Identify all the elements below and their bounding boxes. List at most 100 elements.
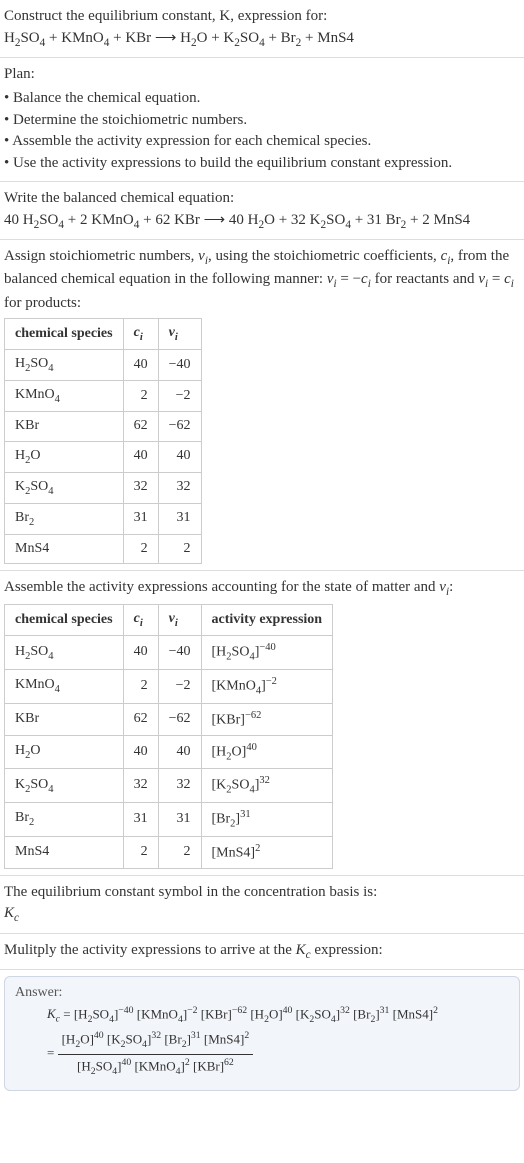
plan-item: Use the activity expressions to build th… bbox=[4, 153, 520, 175]
cell-vi: 31 bbox=[158, 802, 201, 836]
cell-species: MnS4 bbox=[5, 836, 124, 868]
stoich-heading: Assign stoichiometric numbers, νi, using… bbox=[4, 246, 520, 314]
plan-section: Plan: Balance the chemical equation. Det… bbox=[0, 58, 524, 182]
answer-fraction: [H2O]40 [K2SO4]32 [Br2]31 [MnS4]2 [H2SO4… bbox=[58, 1028, 254, 1080]
kc-symbol-section: The equilibrium constant symbol in the c… bbox=[0, 876, 524, 934]
cell-ci: 32 bbox=[123, 769, 158, 803]
activity-heading: Assemble the activity expressions accoun… bbox=[4, 577, 520, 600]
kc-symbol: Kc bbox=[4, 903, 520, 926]
answer-label: Answer: bbox=[15, 985, 509, 1001]
table-row: K2SO43232[K2SO4]32 bbox=[5, 769, 333, 803]
cell-vi: −40 bbox=[158, 350, 201, 381]
plan-item: Balance the chemical equation. bbox=[4, 88, 520, 110]
table-row: KBr62−62[KBr]−62 bbox=[5, 703, 333, 735]
fraction-numerator: [H2O]40 [K2SO4]32 [Br2]31 [MnS4]2 bbox=[58, 1028, 254, 1053]
cell-species: KBr bbox=[5, 412, 124, 441]
table-header-row: chemical species ci νi bbox=[5, 319, 202, 350]
table-row: K2SO43232 bbox=[5, 472, 202, 503]
cell-ci: 2 bbox=[123, 381, 158, 412]
intro-section: Construct the equilibrium constant, K, e… bbox=[0, 0, 524, 58]
intro-equation: H2SO4 + KMnO4 + KBr ⟶ H2O + K2SO4 + Br2 … bbox=[4, 28, 520, 51]
col-ci: ci bbox=[123, 605, 158, 636]
cell-ci: 31 bbox=[123, 802, 158, 836]
cell-ci: 40 bbox=[123, 636, 158, 670]
answer-line1: Kc = [H2SO4]−40 [KMnO4]−2 [KBr]−62 [H2O]… bbox=[47, 1003, 509, 1028]
plan-list: Balance the chemical equation. Determine… bbox=[4, 88, 520, 175]
cell-vi: 2 bbox=[158, 836, 201, 868]
cell-ci: 2 bbox=[123, 669, 158, 703]
cell-ci: 2 bbox=[123, 534, 158, 563]
table-header-row: chemical species ci νi activity expressi… bbox=[5, 605, 333, 636]
col-species: chemical species bbox=[5, 605, 124, 636]
cell-vi: −2 bbox=[158, 669, 201, 703]
stoich-table: chemical species ci νi H2SO440−40 KMnO42… bbox=[4, 318, 202, 564]
cell-expr: [H2O]40 bbox=[201, 735, 333, 769]
cell-ci: 2 bbox=[123, 836, 158, 868]
cell-expr: [MnS4]2 bbox=[201, 836, 333, 868]
multiply-section: Mulitply the activity expressions to arr… bbox=[0, 934, 524, 970]
table-row: H2O4040 bbox=[5, 441, 202, 472]
answer-line2: = [H2O]40 [K2SO4]32 [Br2]31 [MnS4]2 [H2S… bbox=[47, 1028, 509, 1080]
cell-vi: 32 bbox=[158, 769, 201, 803]
plan-heading: Plan: bbox=[4, 64, 520, 86]
cell-vi: 2 bbox=[158, 534, 201, 563]
cell-ci: 31 bbox=[123, 503, 158, 534]
col-species: chemical species bbox=[5, 319, 124, 350]
activity-table: chemical species ci νi activity expressi… bbox=[4, 604, 333, 868]
cell-ci: 40 bbox=[123, 350, 158, 381]
col-expr: activity expression bbox=[201, 605, 333, 636]
cell-expr: [KBr]−62 bbox=[201, 703, 333, 735]
cell-vi: −40 bbox=[158, 636, 201, 670]
cell-species: H2O bbox=[5, 735, 124, 769]
table-row: H2SO440−40[H2SO4]−40 bbox=[5, 636, 333, 670]
multiply-heading: Mulitply the activity expressions to arr… bbox=[4, 940, 520, 963]
table-row: Br23131 bbox=[5, 503, 202, 534]
answer-box: Answer: Kc = [H2SO4]−40 [KMnO4]−2 [KBr]−… bbox=[4, 976, 520, 1091]
cell-vi: −2 bbox=[158, 381, 201, 412]
cell-species: K2SO4 bbox=[5, 769, 124, 803]
intro-prompt: Construct the equilibrium constant, K, e… bbox=[4, 6, 520, 28]
balanced-section: Write the balanced chemical equation: 40… bbox=[0, 182, 524, 240]
plan-item: Assemble the activity expression for eac… bbox=[4, 131, 520, 153]
cell-ci: 40 bbox=[123, 441, 158, 472]
activity-section: Assemble the activity expressions accoun… bbox=[0, 571, 524, 876]
table-row: KBr62−62 bbox=[5, 412, 202, 441]
cell-species: H2SO4 bbox=[5, 636, 124, 670]
balanced-equation: 40 H2SO4 + 2 KMnO4 + 62 KBr ⟶ 40 H2O + 3… bbox=[4, 210, 520, 233]
cell-ci: 62 bbox=[123, 703, 158, 735]
table-row: KMnO42−2[KMnO4]−2 bbox=[5, 669, 333, 703]
col-vi: νi bbox=[158, 605, 201, 636]
cell-vi: 40 bbox=[158, 735, 201, 769]
cell-species: H2O bbox=[5, 441, 124, 472]
balanced-heading: Write the balanced chemical equation: bbox=[4, 188, 520, 210]
plan-item: Determine the stoichiometric numbers. bbox=[4, 110, 520, 132]
cell-species: MnS4 bbox=[5, 534, 124, 563]
cell-species: Br2 bbox=[5, 802, 124, 836]
cell-species: Br2 bbox=[5, 503, 124, 534]
cell-expr: [H2SO4]−40 bbox=[201, 636, 333, 670]
cell-expr: [Br2]31 bbox=[201, 802, 333, 836]
table-row: MnS422 bbox=[5, 534, 202, 563]
cell-ci: 62 bbox=[123, 412, 158, 441]
cell-vi: 31 bbox=[158, 503, 201, 534]
cell-ci: 32 bbox=[123, 472, 158, 503]
fraction-denominator: [H2SO4]40 [KMnO4]2 [KBr]62 bbox=[58, 1054, 254, 1080]
col-vi: νi bbox=[158, 319, 201, 350]
cell-expr: [K2SO4]32 bbox=[201, 769, 333, 803]
cell-species: KMnO4 bbox=[5, 669, 124, 703]
cell-species: KBr bbox=[5, 703, 124, 735]
cell-species: K2SO4 bbox=[5, 472, 124, 503]
stoich-section: Assign stoichiometric numbers, νi, using… bbox=[0, 240, 524, 571]
table-row: MnS422[MnS4]2 bbox=[5, 836, 333, 868]
table-row: Br23131[Br2]31 bbox=[5, 802, 333, 836]
cell-species: H2SO4 bbox=[5, 350, 124, 381]
cell-ci: 40 bbox=[123, 735, 158, 769]
cell-vi: −62 bbox=[158, 703, 201, 735]
cell-vi: 32 bbox=[158, 472, 201, 503]
cell-vi: 40 bbox=[158, 441, 201, 472]
cell-expr: [KMnO4]−2 bbox=[201, 669, 333, 703]
table-row: H2SO440−40 bbox=[5, 350, 202, 381]
answer-section: Answer: Kc = [H2SO4]−40 [KMnO4]−2 [KBr]−… bbox=[0, 970, 524, 1097]
cell-species: KMnO4 bbox=[5, 381, 124, 412]
table-row: H2O4040[H2O]40 bbox=[5, 735, 333, 769]
